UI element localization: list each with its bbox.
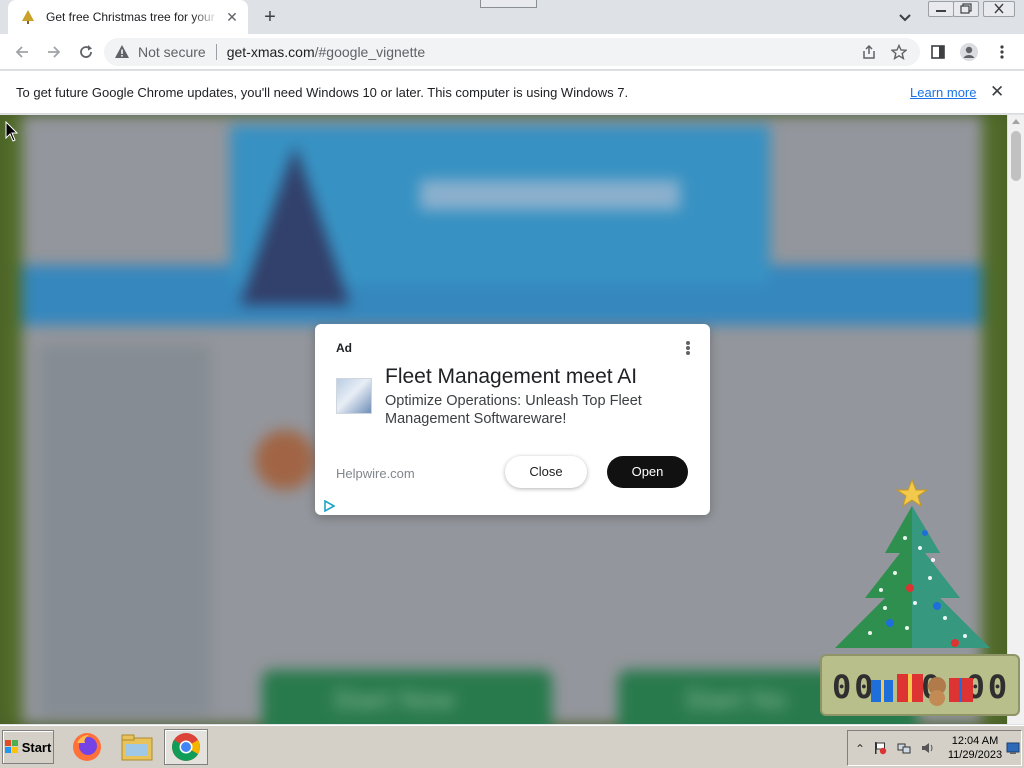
- chrome-menu-icon[interactable]: [990, 40, 1014, 64]
- side-panel-icon[interactable]: [926, 40, 950, 64]
- ad-description[interactable]: Optimize Operations: Unleash Top Fleet M…: [385, 392, 685, 428]
- omnibox-divider: [215, 44, 217, 60]
- action-center-flag-icon[interactable]: [872, 741, 888, 757]
- tab-close-icon[interactable]: ✕: [224, 9, 240, 25]
- taskbar-chrome[interactable]: [164, 729, 208, 765]
- window-close-button[interactable]: [983, 1, 1015, 17]
- christmas-tree-icon: [20, 9, 36, 25]
- christmas-tree-widget[interactable]: 00:00:00: [815, 478, 1020, 718]
- gift-boxes-icon: [871, 674, 973, 706]
- url-path: /#google_vignette: [314, 44, 426, 60]
- forward-arrow-icon[interactable]: [42, 40, 66, 64]
- start-button[interactable]: Start: [2, 730, 54, 764]
- browser-toolbar: Not secure get-xmas.com/#google_vignette: [0, 34, 1024, 70]
- mouse-cursor-icon: [5, 121, 19, 142]
- window-drag-handle[interactable]: [480, 0, 537, 8]
- reload-icon[interactable]: [74, 40, 98, 64]
- show-hidden-icons-chevron-icon[interactable]: ⌃: [852, 741, 868, 757]
- windows-logo-icon: [4, 740, 18, 753]
- chrome-icon: [172, 733, 200, 761]
- learn-more-link[interactable]: Learn more: [910, 85, 976, 100]
- show-desktop-icon[interactable]: [1005, 741, 1021, 757]
- infobar-close-icon[interactable]: ✕: [990, 82, 1004, 102]
- bookmark-star-icon[interactable]: [888, 41, 910, 63]
- new-tab-button[interactable]: +: [258, 6, 282, 28]
- share-icon[interactable]: [858, 41, 880, 63]
- windows-taskbar: Start ⌃ 12:04 AM 11/29/2023: [0, 725, 1024, 768]
- system-tray: ⌃ 12:04 AM 11/29/2023: [847, 730, 1022, 766]
- network-icon[interactable]: [896, 741, 912, 757]
- firefox-icon: [73, 733, 101, 761]
- scroll-up-arrow-icon[interactable]: [1012, 119, 1020, 124]
- taskbar-clock[interactable]: 12:04 AM 11/29/2023: [945, 734, 1005, 762]
- infobar-message: To get future Google Chrome updates, you…: [16, 85, 629, 100]
- vignette-ad-dialog: Ad Fleet Management meet AI Optimize Ope…: [315, 324, 710, 515]
- url-host: get-xmas.com: [226, 44, 315, 60]
- start-label: Start: [21, 739, 52, 755]
- christmas-tree-icon: [835, 478, 990, 648]
- ad-domain[interactable]: Helpwire.com: [336, 466, 415, 481]
- update-infobar: To get future Google Chrome updates, you…: [0, 71, 1024, 114]
- url-text[interactable]: get-xmas.com/#google_vignette: [227, 44, 850, 60]
- ad-headline[interactable]: Fleet Management meet AI: [385, 365, 637, 389]
- back-arrow-icon[interactable]: [10, 40, 34, 64]
- ad-close-button[interactable]: Close: [505, 456, 587, 488]
- tab-title: Get free Christmas tree for your desktop: [46, 10, 218, 24]
- taskbar-time: 12:04 AM: [951, 735, 999, 747]
- folder-icon: [121, 734, 153, 761]
- widget-clock-panel: 00:00:00: [820, 654, 1020, 716]
- taskbar-firefox[interactable]: [65, 729, 109, 765]
- ad-label: Ad: [336, 341, 352, 355]
- warning-triangle-icon[interactable]: [114, 44, 130, 60]
- ad-open-button[interactable]: Open: [607, 456, 688, 488]
- ad-options-menu-icon[interactable]: [680, 339, 696, 357]
- restore-button[interactable]: [953, 1, 979, 17]
- taskbar-date: 11/29/2023: [947, 749, 1003, 761]
- tab-search-chevron-icon[interactable]: [896, 8, 914, 26]
- tab-strip: Get free Christmas tree for your desktop…: [0, 0, 1024, 34]
- volume-icon[interactable]: [920, 741, 936, 757]
- ad-thumbnail-image[interactable]: [336, 378, 372, 414]
- profile-avatar-icon[interactable]: [957, 40, 981, 64]
- scroll-thumb[interactable]: [1011, 131, 1021, 181]
- taskbar-file-explorer[interactable]: [115, 729, 159, 765]
- browser-tab[interactable]: Get free Christmas tree for your desktop…: [8, 0, 248, 34]
- minimize-button[interactable]: [928, 1, 954, 17]
- security-label[interactable]: Not secure: [138, 44, 206, 60]
- address-bar[interactable]: Not secure get-xmas.com/#google_vignette: [104, 38, 920, 66]
- adchoices-icon[interactable]: [323, 499, 336, 513]
